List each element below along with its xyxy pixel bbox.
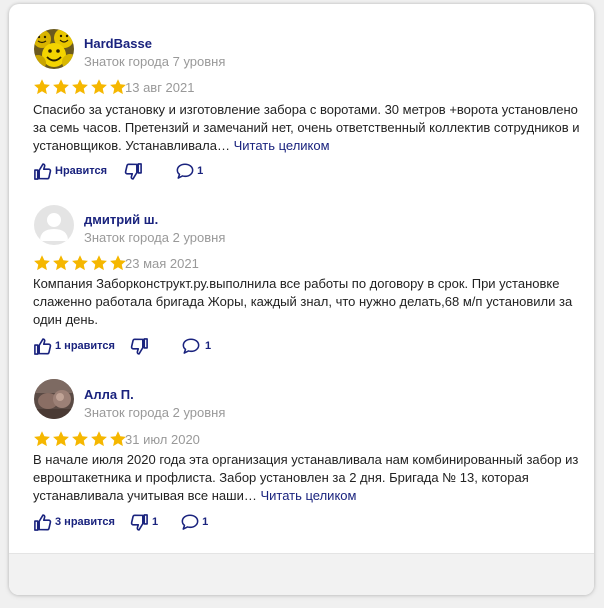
- default-user-avatar: [34, 205, 74, 245]
- comment-count: 1: [204, 340, 212, 352]
- avatar[interactable]: [34, 29, 74, 69]
- like-label: 1 нравится: [55, 340, 115, 352]
- review-date: 31 июл 2020: [125, 432, 200, 447]
- review-text-block: Спасибо за установку и изготовление забо…: [33, 101, 581, 155]
- review-text-block: В начале июля 2020 года эта организация …: [33, 451, 581, 505]
- dislike-button[interactable]: [130, 337, 149, 356]
- smiley-faces-avatar: [34, 29, 74, 69]
- author-name[interactable]: Алла П.: [84, 387, 134, 403]
- like-button[interactable]: 3 нравится: [33, 513, 115, 532]
- dislike-button[interactable]: 1: [130, 513, 158, 532]
- comment-icon: [175, 162, 195, 180]
- comment-button[interactable]: 1: [181, 337, 211, 355]
- thumbs-up-icon: [33, 162, 52, 181]
- review-item: HardBasse Знаток города 7 уровня 13 авг …: [9, 4, 594, 180]
- rating-stars: [33, 78, 128, 96]
- photo-avatar: [34, 379, 74, 419]
- review-actions: 3 нравится 1 1: [33, 511, 208, 533]
- star-icon: [72, 431, 88, 447]
- avatar[interactable]: [34, 205, 74, 245]
- star-icon: [72, 79, 88, 95]
- star-icon: [34, 79, 50, 95]
- like-label: Нравится: [55, 165, 108, 177]
- review-date: 23 мая 2021: [125, 256, 199, 271]
- read-more-link[interactable]: Читать целиком: [260, 488, 356, 503]
- review-actions: 1 нравится 1: [33, 335, 211, 357]
- thumbs-down-icon: [130, 337, 149, 356]
- avatar[interactable]: [34, 379, 74, 419]
- thumbs-up-icon: [33, 337, 52, 356]
- reviews-card: HardBasse Знаток города 7 уровня 13 авг …: [9, 4, 594, 595]
- star-icon: [72, 255, 88, 271]
- card-footer: [9, 553, 594, 595]
- author-level: Знаток города 2 уровня: [84, 230, 226, 245]
- rating-stars: [33, 254, 128, 272]
- thumbs-down-icon: [130, 513, 149, 532]
- comment-button[interactable]: 1: [175, 162, 203, 180]
- dislike-button[interactable]: [124, 162, 143, 181]
- review-text: Компания Заборконструкт.ру.выполнила все…: [33, 276, 573, 327]
- comment-count: 1: [202, 516, 209, 528]
- author-name[interactable]: дмитрий ш.: [84, 212, 158, 228]
- comment-count: 1: [197, 165, 204, 177]
- star-icon: [53, 431, 69, 447]
- thumbs-down-icon: [124, 162, 143, 181]
- like-button[interactable]: Нравится: [33, 162, 107, 181]
- star-icon: [91, 79, 107, 95]
- star-icon: [34, 431, 50, 447]
- like-button[interactable]: 1 нравится: [33, 337, 115, 356]
- star-icon: [91, 431, 107, 447]
- review-date: 13 авг 2021: [125, 80, 195, 95]
- author-level: Знаток города 7 уровня: [84, 54, 226, 69]
- review-text-block: Компания Заборконструкт.ру.выполнила все…: [33, 275, 581, 329]
- star-icon: [53, 255, 69, 271]
- review-actions: Нравится 1: [33, 160, 203, 182]
- rating-stars: [33, 430, 128, 448]
- star-icon: [91, 255, 107, 271]
- thumbs-up-icon: [33, 513, 52, 532]
- comment-button[interactable]: 1: [180, 513, 208, 531]
- like-label: 3 нравится: [55, 516, 115, 528]
- star-icon: [34, 255, 50, 271]
- author-level: Знаток города 2 уровня: [84, 405, 226, 420]
- dislike-count: 1: [151, 516, 159, 528]
- comment-icon: [181, 337, 201, 355]
- star-icon: [53, 79, 69, 95]
- read-more-link[interactable]: Читать целиком: [234, 138, 330, 153]
- comment-icon: [180, 513, 200, 531]
- author-name[interactable]: HardBasse: [84, 36, 152, 52]
